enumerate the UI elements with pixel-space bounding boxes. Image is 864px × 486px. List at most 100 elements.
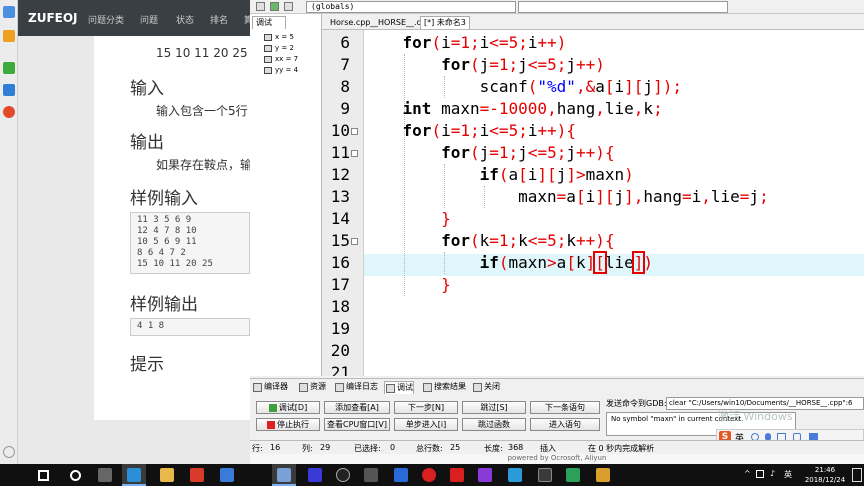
nav-link-status[interactable]: 状态 <box>176 13 194 26</box>
stop-execution-button[interactable]: 停止执行 <box>256 418 320 431</box>
function-combo[interactable] <box>518 1 728 13</box>
skip-button[interactable]: 跳过[S] <box>462 401 526 414</box>
status-sel: 0 <box>390 443 396 452</box>
mail-icon[interactable] <box>3 84 15 96</box>
skip-function-button[interactable]: 跳过函数 <box>462 418 526 431</box>
tab-resources[interactable]: 资源 <box>298 381 326 394</box>
windows-start-icon[interactable] <box>38 470 49 481</box>
code-line: for(i=1;i<=5;i++){ <box>402 121 577 140</box>
recorder-icon[interactable] <box>422 468 436 482</box>
sample-input-line: 11 3 5 6 9 <box>137 215 192 225</box>
watch-item-label: y = 2 <box>275 44 294 52</box>
oj-brand[interactable]: ZUFEOJ <box>28 11 78 25</box>
tab-label: 关闭 <box>484 382 500 391</box>
windows-activation-watermark: 激活 Windows <box>718 410 793 423</box>
next-step-button[interactable]: 下一步[N] <box>394 401 458 414</box>
sample-output-value: 4 1 8 <box>137 321 165 331</box>
oj-navbar: ZUFEOJ 问题分类 问题 状态 排名 算 <box>18 0 253 36</box>
button-label: 添加查看[A] <box>335 403 379 412</box>
bottom-tab-bar: 编译器 资源 编译日志 调试 搜索结果 关闭 <box>250 378 864 394</box>
app-icon[interactable] <box>3 6 15 18</box>
app-blue-icon[interactable] <box>508 468 522 482</box>
app-orange-icon[interactable] <box>596 468 610 482</box>
dev-cpp-icon[interactable] <box>277 468 291 482</box>
search-icon[interactable] <box>70 470 81 481</box>
status-sel-label: 已选择: <box>354 444 381 453</box>
tab-compiler[interactable]: 编译器 <box>252 381 288 394</box>
app-red-icon[interactable] <box>450 468 464 482</box>
tray-lang[interactable]: 英 <box>784 469 792 480</box>
tab-close[interactable]: 关闭 <box>472 381 500 394</box>
volume-icon[interactable]: ♪ <box>770 469 775 478</box>
tab-search-results[interactable]: 搜索结果 <box>422 381 466 394</box>
code-line: for(j=1;j<=5;j++){ <box>441 143 615 162</box>
search-results-icon <box>423 383 432 392</box>
line-number: 19 <box>330 319 350 338</box>
debug-tab[interactable]: 调试 <box>252 16 286 29</box>
watch-item[interactable]: yy = 4 <box>264 66 298 74</box>
step-into-button[interactable]: 单步进入[i] <box>394 418 458 431</box>
button-label: 下一步[N] <box>407 403 445 412</box>
button-label: 下一条语句 <box>545 403 585 412</box>
media-player-icon[interactable] <box>336 468 350 482</box>
code-line: if(a[i][j]>maxn) <box>479 165 634 184</box>
app-purple-icon[interactable] <box>478 468 492 482</box>
vscode-icon[interactable] <box>394 468 408 482</box>
sample-input-line: 10 5 6 9 11 <box>137 237 197 247</box>
watch-item-label: xx = 7 <box>275 55 299 63</box>
edge-browser-icon[interactable] <box>127 468 141 482</box>
nav-link-ranking[interactable]: 排名 <box>210 13 228 26</box>
toolbar-bookmark-icon[interactable] <box>284 2 293 11</box>
task-view-icon[interactable] <box>98 468 112 482</box>
notes-icon[interactable] <box>364 468 378 482</box>
add-watch-button[interactable]: 添加查看[A] <box>324 401 390 414</box>
sample-line-top: 15 10 11 20 25 <box>156 46 248 60</box>
step-into-statement-button[interactable]: 进入语句 <box>530 418 600 431</box>
toolbar-back-icon[interactable] <box>256 2 265 11</box>
output-text: 如果存在鞍点，输 <box>156 158 253 172</box>
watch-item[interactable]: xx = 7 <box>264 55 298 63</box>
scope-combo[interactable]: (globals) <box>306 1 516 13</box>
terminal-icon[interactable] <box>538 468 552 482</box>
app-green-icon[interactable] <box>566 468 580 482</box>
system-tray: ^ ♪ 英 <box>740 468 800 482</box>
view-cpu-window-button[interactable]: 查看CPU窗口[V] <box>324 418 390 431</box>
code-line-current: if(maxn>a[k][lie]) <box>479 251 654 274</box>
nav-link-problems[interactable]: 问题 <box>140 13 158 26</box>
hint-heading: 提示 <box>130 355 164 375</box>
network-icon[interactable] <box>756 470 764 478</box>
app-window-icon[interactable] <box>220 468 234 482</box>
bookmark-icon[interactable] <box>3 30 15 42</box>
toolbar-run-icon[interactable] <box>270 2 279 11</box>
debug-button[interactable]: 调试[D] <box>256 401 320 414</box>
file-explorer-icon[interactable] <box>160 468 174 482</box>
status-col: 29 <box>320 443 331 452</box>
tab-compile-log[interactable]: 编译日志 <box>334 381 378 394</box>
watch-item[interactable]: x = 5 <box>264 33 294 41</box>
notification-center-icon[interactable] <box>852 468 862 482</box>
code-line: int maxn=-10000,hang,lie,k; <box>402 99 663 118</box>
fold-collapse-icon[interactable] <box>351 238 358 245</box>
record-icon[interactable] <box>308 468 322 482</box>
tab-debug[interactable]: 调试 <box>384 381 414 394</box>
watch-var-icon <box>264 55 272 63</box>
status-total: 25 <box>450 443 461 452</box>
fold-collapse-icon[interactable] <box>351 150 358 157</box>
watch-item-label: x = 5 <box>275 33 294 41</box>
tray-chevron-up-icon[interactable]: ^ <box>744 469 751 478</box>
next-statement-button[interactable]: 下一条语句 <box>530 401 600 414</box>
line-number: 7 <box>340 55 350 74</box>
powerpoint-icon[interactable] <box>190 468 204 482</box>
weibo-icon[interactable] <box>3 106 15 118</box>
line-number: 16 <box>330 253 350 272</box>
file-tab-untitled3[interactable]: [*] 未命名3 <box>420 16 470 29</box>
settings-gear-icon[interactable] <box>3 446 15 458</box>
sample-input-line: 12 4 7 8 10 <box>137 226 197 236</box>
watch-item[interactable]: y = 2 <box>264 44 294 52</box>
desktop-left-strip <box>0 0 18 464</box>
stop-x-icon <box>267 420 275 429</box>
fold-collapse-icon[interactable] <box>351 128 358 135</box>
nav-link-categories[interactable]: 问题分类 <box>88 13 124 26</box>
android-icon[interactable] <box>3 62 15 74</box>
taskbar-clock[interactable]: 21:46 2018/12/24 <box>800 464 850 486</box>
